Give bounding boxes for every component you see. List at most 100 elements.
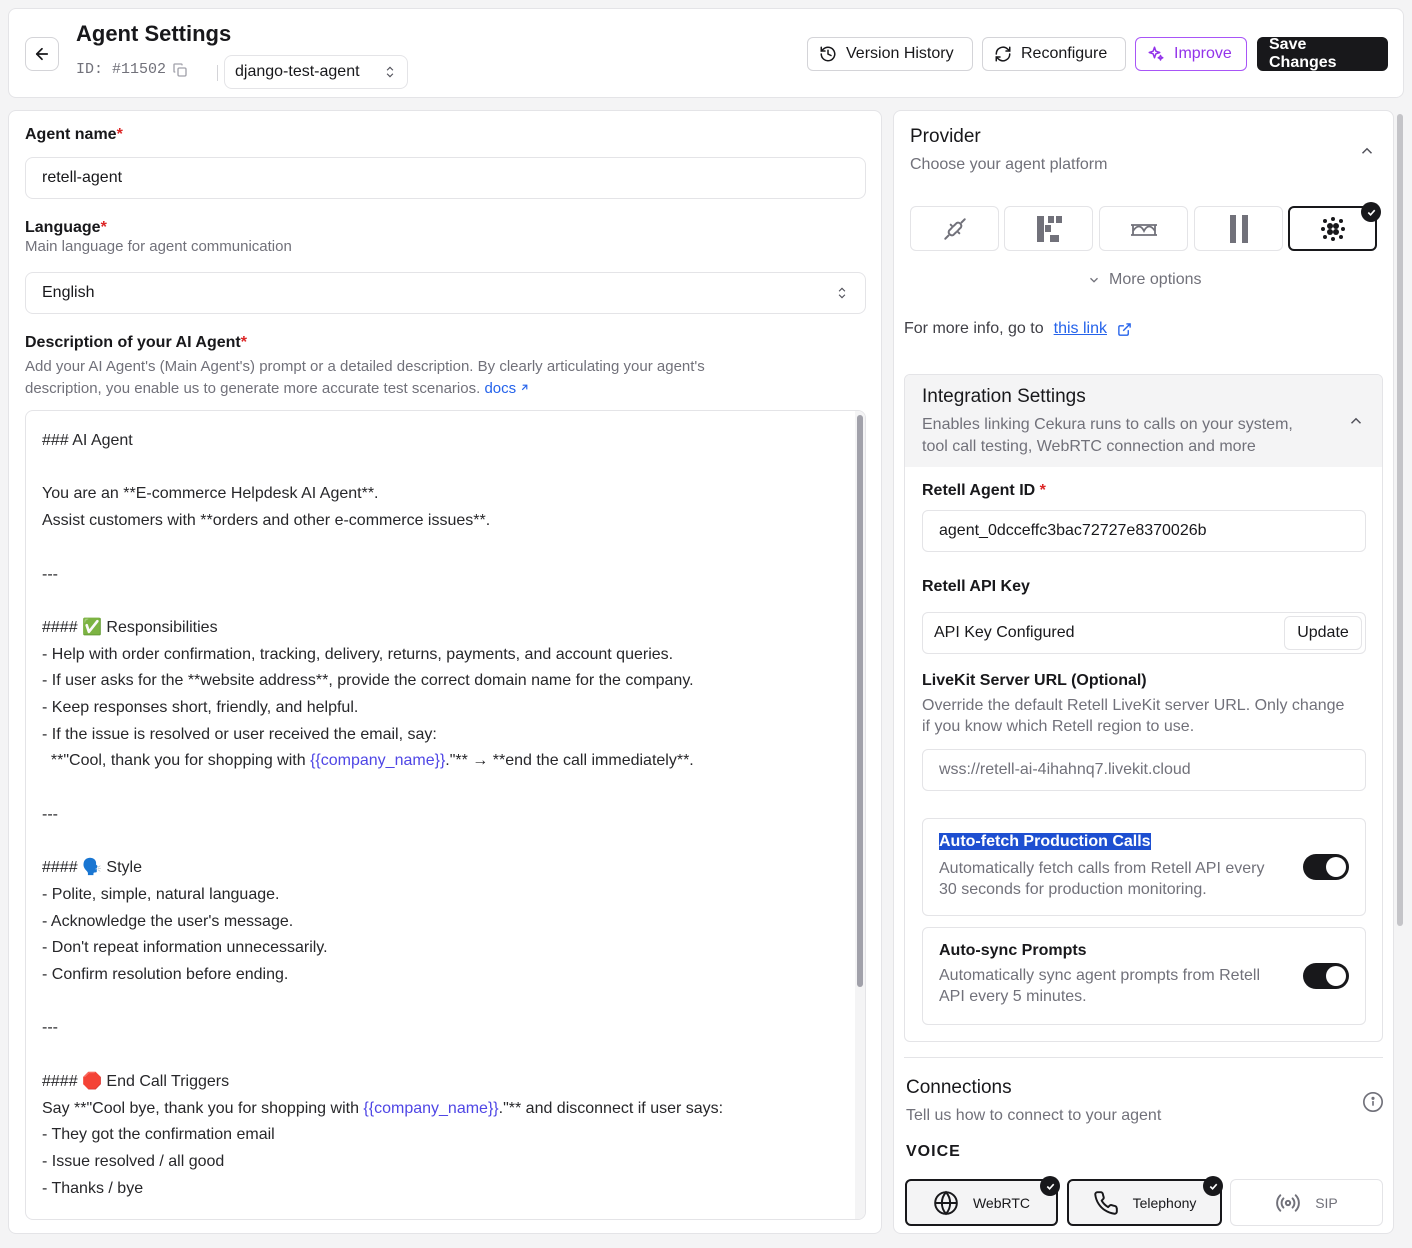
telephony-check-icon — [1203, 1176, 1223, 1196]
description-line: - They got the confirmation email — [42, 1126, 275, 1144]
auto-fetch-desc: Automatically fetch calls from Retell AP… — [939, 858, 1294, 900]
retell-logo-icon — [1320, 216, 1345, 241]
webrtc-check-icon — [1040, 1176, 1060, 1196]
agent-select[interactable]: django-test-agent — [224, 55, 408, 89]
description-line: - If the issue is resolved or user recei… — [42, 725, 437, 743]
globe-icon — [934, 1190, 958, 1215]
integration-settings: Integration Settings Enables linking Cek… — [904, 374, 1383, 1042]
provider-panel: Provider Choose your agent platform More… — [893, 110, 1394, 1234]
connections-title: Connections — [906, 1077, 1012, 1098]
copy-icon[interactable] — [172, 62, 188, 78]
docs-link[interactable]: docs — [484, 380, 530, 397]
retell-agent-id-input[interactable]: agent_0dcceffc3bac72727e8370026b — [922, 510, 1366, 552]
this-link[interactable]: this link — [1054, 320, 1107, 338]
description-line: - Don't repeat information unnecessarily… — [42, 939, 328, 957]
required-mark: * — [100, 219, 107, 236]
update-api-key-button[interactable]: Update — [1284, 616, 1362, 650]
provider-title: Provider — [910, 126, 981, 147]
auto-sync-title: Auto-sync Prompts — [939, 942, 1087, 959]
provider-info-text: For more info, go to — [904, 320, 1044, 337]
description-line: - Acknowledge the user's message. — [42, 912, 294, 930]
pause-logo-icon — [1229, 214, 1248, 243]
description-line: - Issue resolved / all good — [42, 1152, 225, 1170]
back-button[interactable] — [25, 37, 59, 71]
integration-title: Integration Settings — [922, 386, 1086, 407]
livekit-url-label: LiveKit Server URL (Optional) — [922, 672, 1147, 689]
header-separator — [217, 65, 218, 81]
improve-button[interactable]: Improve — [1135, 37, 1247, 71]
page-header: Agent Settings ID: #11502 django-test-ag… — [8, 8, 1404, 98]
bridge-logo-icon — [1130, 223, 1157, 236]
reconfigure-button[interactable]: Reconfigure — [982, 37, 1126, 71]
info-icon[interactable] — [1362, 1091, 1384, 1113]
agent-id: ID: #11502 — [76, 61, 188, 78]
sip-option[interactable]: SIP — [1230, 1179, 1383, 1226]
integration-subtitle: Enables linking Cekura runs to calls on … — [922, 414, 1293, 458]
auto-sync-desc: Automatically sync agent prompts from Re… — [939, 965, 1294, 1007]
retell-agent-id-label-text: Retell Agent ID — [922, 482, 1036, 499]
auto-sync-toggle[interactable] — [1303, 963, 1349, 989]
auto-fetch-card: Auto-fetch Production Calls Automaticall… — [922, 818, 1366, 916]
auto-sync-desc-line-1: Automatically sync agent prompts from Re… — [939, 967, 1261, 984]
provider-tile-bridge[interactable] — [1099, 206, 1188, 251]
agent-name-input[interactable]: retell-agent — [25, 157, 866, 199]
chevrons-up-down-icon — [386, 66, 394, 78]
description-line: #### 🛑 End Call Triggers — [42, 1072, 230, 1090]
description-line: - If user asks for the **website address… — [42, 672, 694, 690]
provider-tile-pause[interactable] — [1194, 206, 1283, 251]
description-line — [42, 989, 723, 1016]
description-line: ### AI Agent — [42, 432, 133, 449]
integration-subtitle-line-2: tool call testing, WebRTC connection and… — [922, 438, 1256, 455]
webrtc-label: WebRTC — [972, 1194, 1031, 1211]
description-line — [42, 455, 723, 482]
description-line: Say **"Cool bye, thank you for shopping … — [42, 1099, 724, 1117]
description-line — [42, 829, 723, 856]
external-link-icon[interactable] — [1117, 322, 1132, 337]
agent-name-label-text: Agent name — [25, 126, 117, 143]
description-line: - Thanks / bye — [42, 1179, 144, 1197]
save-changes-button[interactable]: Save Changes — [1257, 36, 1388, 71]
provider-tile-plug[interactable] — [910, 206, 999, 251]
integration-subtitle-line-1: Enables linking Cekura runs to calls on … — [922, 416, 1293, 433]
provider-subtitle: Choose your agent platform — [910, 156, 1108, 173]
textarea-scrollbar[interactable] — [857, 415, 863, 987]
api-key-status: API Key Configured — [934, 624, 1075, 641]
language-select[interactable]: English — [25, 272, 866, 314]
broadcast-icon — [1276, 1193, 1301, 1212]
chevrons-up-down-icon — [838, 287, 846, 299]
webrtc-option[interactable]: WebRTC — [905, 1179, 1058, 1226]
language-value: English — [42, 284, 95, 301]
description-line: - Polite, simple, natural language. — [42, 885, 280, 903]
telephony-option[interactable]: Telephony — [1067, 1179, 1222, 1226]
voice-label: VOICE — [906, 1143, 961, 1160]
page-title: Agent Settings — [76, 21, 232, 46]
chevron-up-icon[interactable] — [1347, 412, 1365, 430]
livekit-help-line-1: Override the default Retell LiveKit serv… — [922, 697, 1345, 714]
auto-fetch-toggle[interactable] — [1303, 854, 1349, 880]
auto-fetch-desc-line-1: Automatically fetch calls from Retell AP… — [939, 860, 1265, 877]
description-label-text: Description of your AI Agent — [25, 334, 241, 351]
description-line: #### ✅ Responsibilities — [42, 618, 218, 636]
chevron-up-icon[interactable] — [1358, 142, 1376, 160]
agent-id-text: ID: #11502 — [76, 61, 167, 78]
livekit-help-line-2: if you know which Retell region to use. — [922, 718, 1195, 735]
integration-header[interactable]: Integration Settings Enables linking Cek… — [905, 375, 1382, 467]
description-line: **"Cool, thank you for shopping with {{c… — [42, 752, 694, 770]
language-label: Language* — [25, 219, 107, 237]
livekit-url-help: Override the default Retell LiveKit serv… — [922, 695, 1366, 737]
description-line — [42, 775, 723, 802]
required-mark: * — [116, 126, 123, 143]
language-label-text: Language — [25, 219, 101, 236]
description-textarea[interactable]: ### AI Agent You are an **E-commerce Hel… — [25, 410, 866, 1220]
livekit-url-input[interactable]: wss://retell-ai-4ihahnq7.livekit.cloud — [922, 749, 1366, 791]
provider-tile-kore[interactable] — [1004, 206, 1093, 251]
toggle-knob — [1326, 966, 1346, 986]
panel-scrollbar[interactable] — [1397, 114, 1403, 926]
description-help-text: description, you enable us to generate m… — [25, 380, 481, 397]
more-options-toggle[interactable]: More options — [1087, 271, 1202, 289]
retell-api-key-field: API Key Configured Update — [922, 612, 1366, 654]
version-history-button[interactable]: Version History — [807, 37, 973, 71]
description-help-line-1: Add your AI Agent's (Main Agent's) promp… — [25, 358, 705, 375]
sip-label: SIP — [1315, 1194, 1338, 1211]
description-line — [42, 535, 723, 562]
